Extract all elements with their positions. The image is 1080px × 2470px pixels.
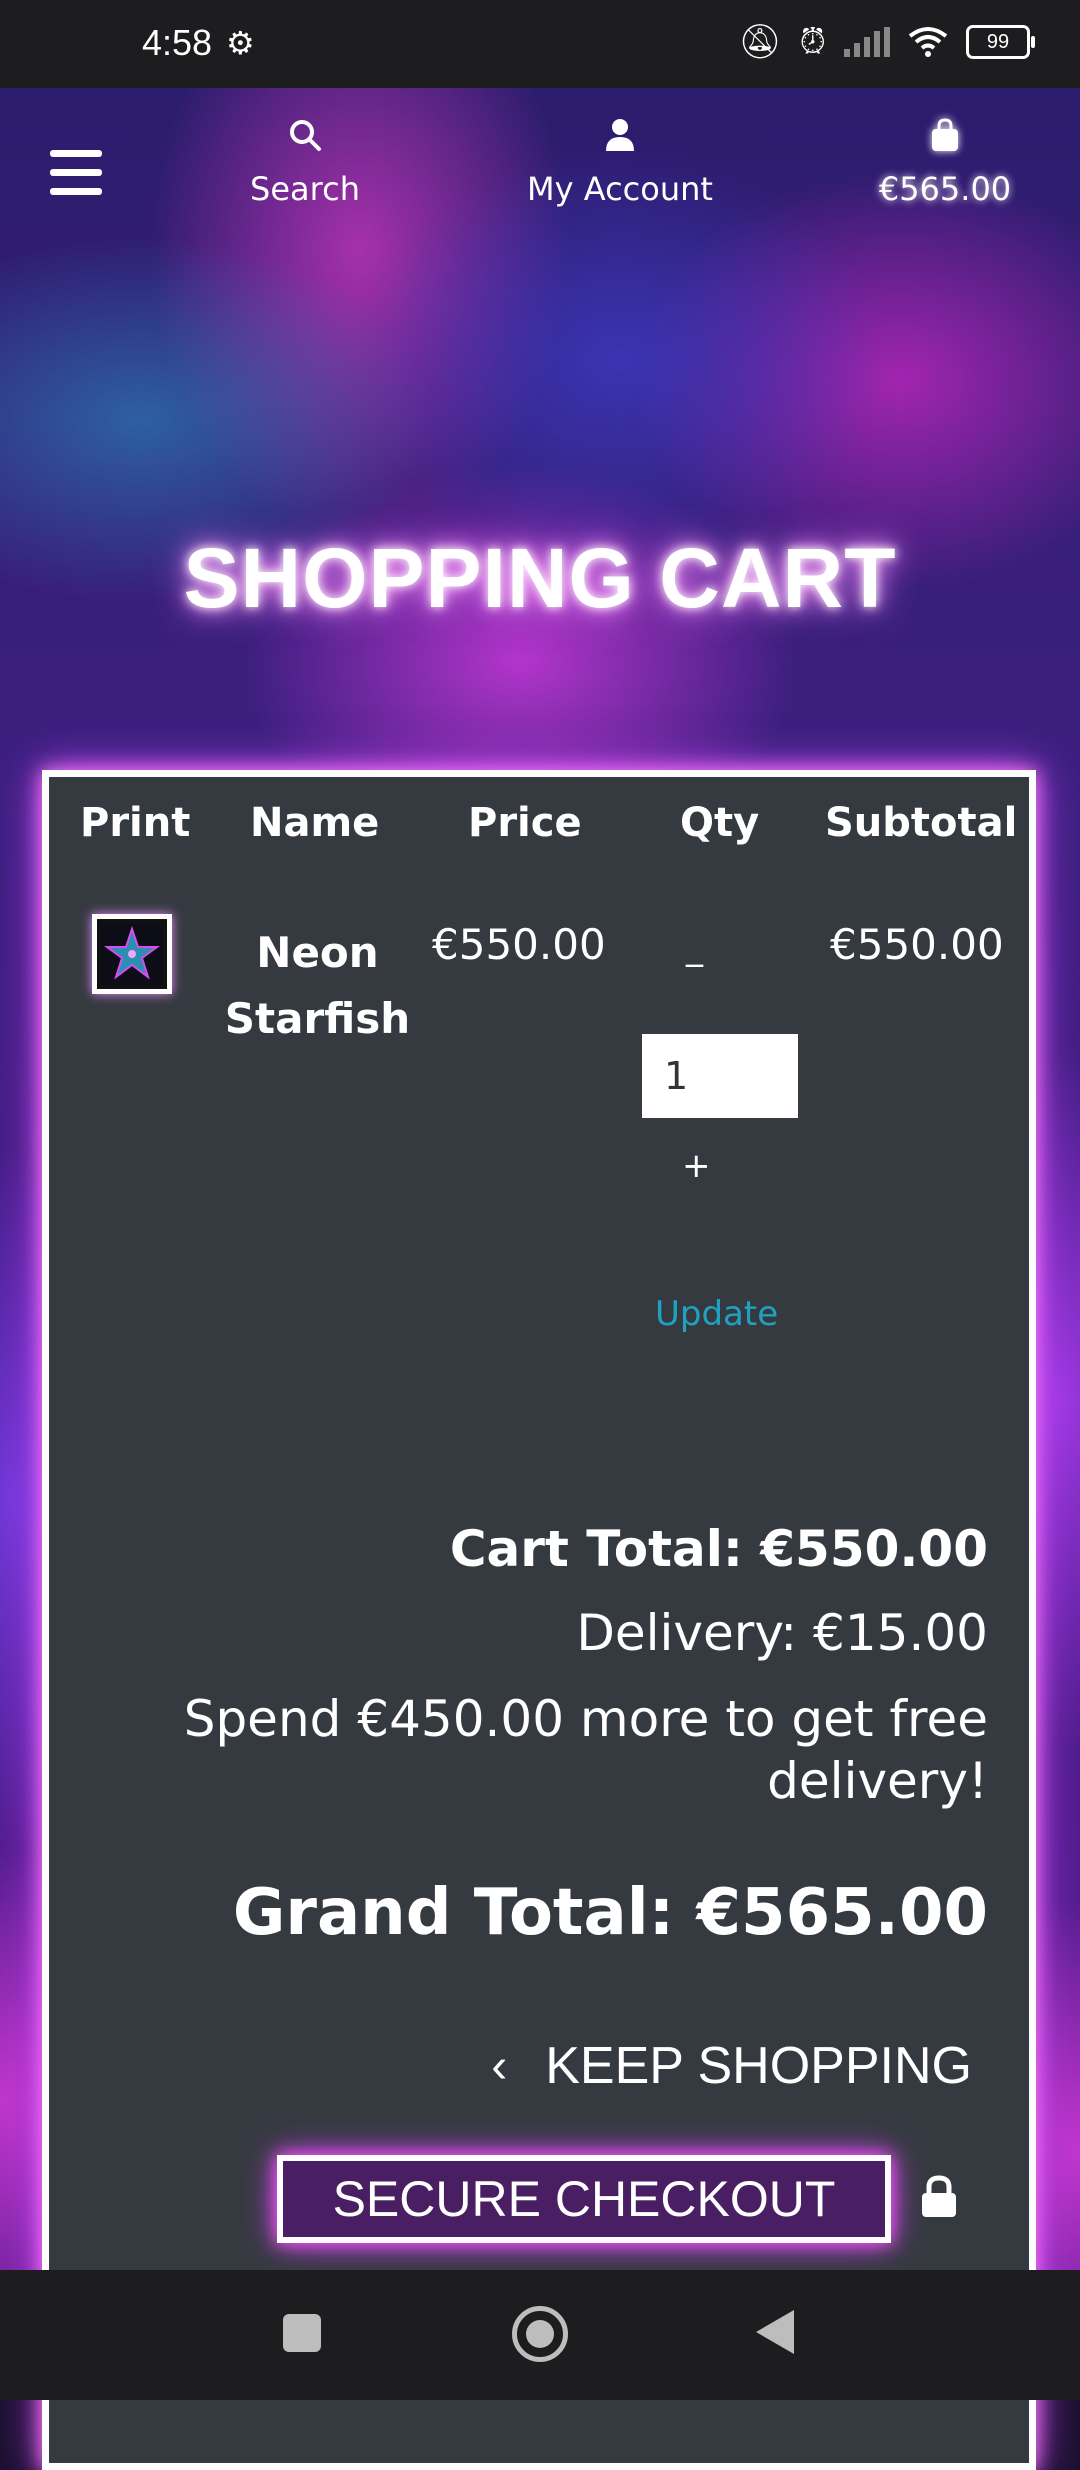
header-price: Price	[468, 800, 582, 846]
lock-icon	[922, 2175, 956, 2217]
status-time: 4:58	[142, 22, 213, 63]
menu-button[interactable]	[50, 150, 102, 196]
product-price: €550.00	[432, 920, 606, 969]
cart-total-label: €565.00	[878, 170, 1012, 208]
update-link[interactable]: Update	[655, 1294, 778, 1334]
qty-increment-button[interactable]: +	[682, 1146, 711, 1186]
header-print: Print	[80, 800, 191, 846]
battery-icon: 99	[966, 25, 1035, 59]
header-qty: Qty	[680, 800, 760, 846]
product-subtotal: €550.00	[830, 920, 1004, 969]
cart-button[interactable]: €565.00	[870, 118, 1020, 208]
product-thumbnail[interactable]	[92, 914, 172, 994]
wifi-icon	[908, 27, 948, 57]
keep-shopping-link[interactable]: ‹ KEEP SHOPPING	[491, 2036, 972, 2096]
status-icons: 🔕︎ ⏰︎ 99	[738, 22, 1035, 62]
status-bar: 4:58 ⚙ 🔕︎ ⏰︎ 99	[0, 0, 1080, 88]
shopping-bag-icon	[932, 118, 958, 151]
alarm-icon: ⏰︎	[799, 22, 826, 62]
gear-icon: ⚙	[226, 24, 255, 62]
my-account-button[interactable]: My Account	[510, 118, 730, 208]
recents-button[interactable]	[283, 2314, 321, 2352]
header-subtotal: Subtotal	[825, 800, 1018, 846]
product-name[interactable]: Neon Starfish	[205, 920, 430, 1052]
bell-off-icon: 🔕︎	[738, 22, 782, 62]
header-name: Name	[250, 800, 380, 846]
search-button[interactable]: Search	[230, 118, 380, 208]
free-delivery-message: Spend €450.00 more to get free delivery!	[183, 1690, 988, 1810]
search-icon	[290, 120, 321, 151]
page-title: SHOPPING CART	[183, 531, 897, 625]
qty-decrement-button[interactable]: _	[686, 928, 703, 968]
cart-total: Cart Total: €550.00	[449, 1520, 988, 1578]
starfish-image	[101, 923, 163, 985]
user-icon	[606, 119, 634, 151]
delivery-cost: Delivery: €15.00	[576, 1604, 988, 1662]
keep-shopping-label: KEEP SHOPPING	[545, 2037, 972, 2095]
search-label: Search	[250, 170, 360, 208]
back-button[interactable]	[756, 2310, 794, 2354]
signal-icon	[844, 27, 890, 57]
account-label: My Account	[527, 170, 713, 208]
quantity-input[interactable]	[642, 1034, 798, 1118]
chevron-left-icon: ‹	[491, 2039, 508, 2093]
grand-total: Grand Total: €565.00	[232, 1876, 988, 1950]
home-button[interactable]	[512, 2306, 568, 2362]
secure-checkout-button[interactable]: SECURE CHECKOUT	[277, 2155, 891, 2243]
